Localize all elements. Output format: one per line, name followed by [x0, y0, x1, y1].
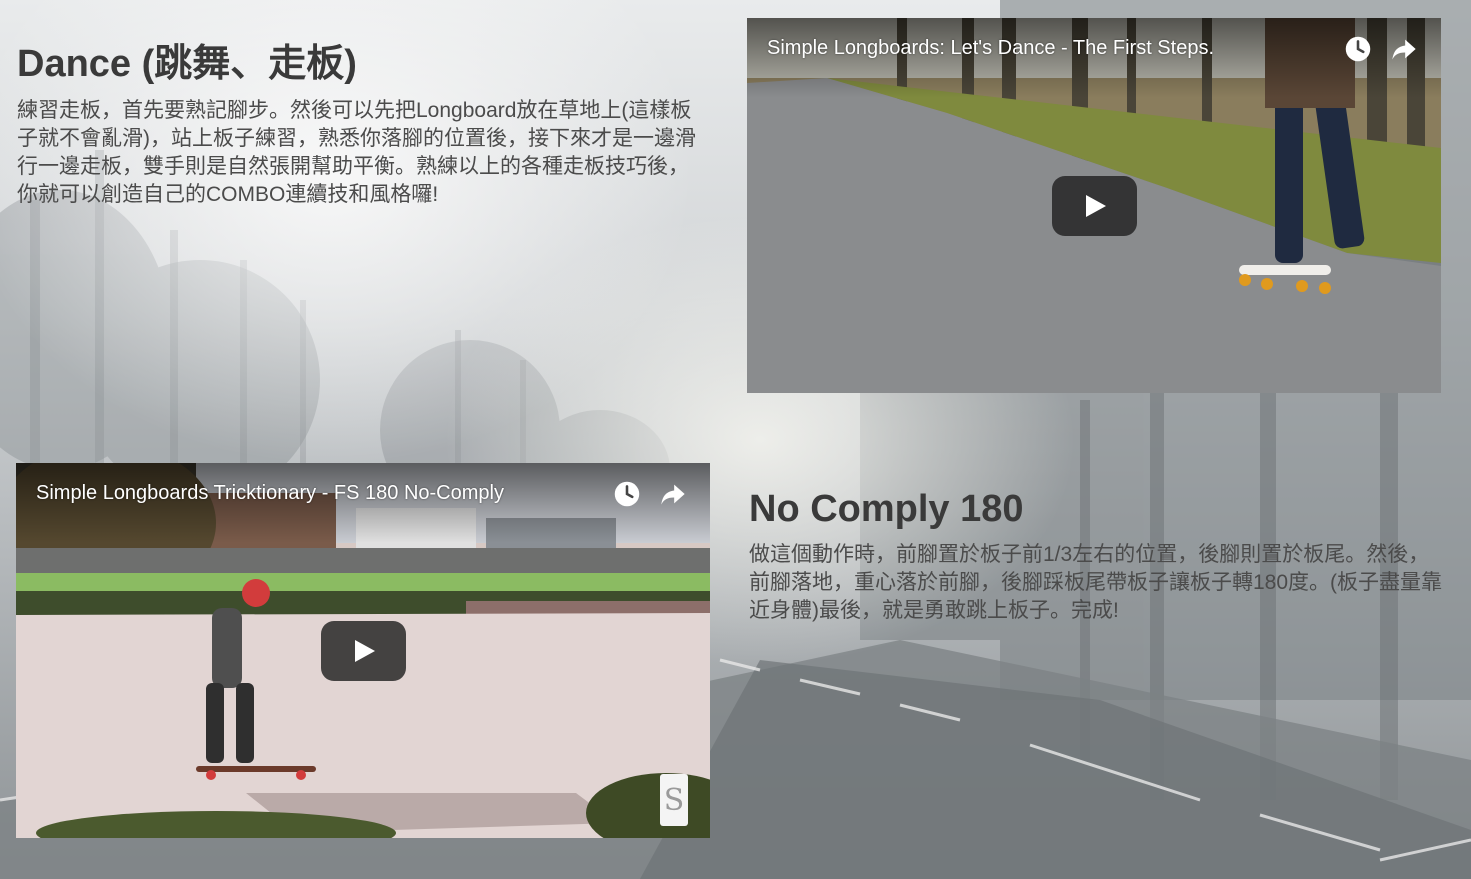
dance-video-title[interactable]: Simple Longboards: Let's Dance - The Fir… — [767, 35, 1214, 61]
dance-section-description: 練習走板，首先要熟記腳步。然後可以先把Longboard放在草地上(這樣板子就不… — [17, 99, 696, 206]
share-arrow-icon — [661, 484, 685, 505]
simple-longboards-logo-icon[interactable]: S — [660, 774, 688, 826]
play-icon[interactable] — [1052, 175, 1137, 236]
share-button[interactable] — [658, 479, 688, 509]
clock-icon — [614, 481, 640, 507]
nocomply-section-description: 做這個動作時，前腳置於板子前1/3左右的位置，後腳則置於板尾。然後，前腳落地，重… — [749, 543, 1443, 622]
watch-later-button[interactable] — [1343, 34, 1373, 64]
nocomply-section-title: No Comply 180 — [749, 488, 1024, 530]
share-arrow-icon — [1392, 39, 1416, 60]
dance-video-player[interactable]: Simple Longboards: Let's Dance - The Fir… — [747, 18, 1441, 393]
watch-later-button[interactable] — [612, 479, 642, 509]
clock-icon — [1345, 36, 1371, 62]
share-button[interactable] — [1389, 34, 1419, 64]
nocomply-video-title[interactable]: Simple Longboards Tricktionary - FS 180 … — [36, 480, 504, 506]
dance-section-title: Dance (跳舞、走板) — [17, 43, 357, 85]
play-icon[interactable] — [321, 620, 406, 681]
nocomply-video-player[interactable]: Simple Longboards Tricktionary - FS 180 … — [16, 463, 710, 838]
